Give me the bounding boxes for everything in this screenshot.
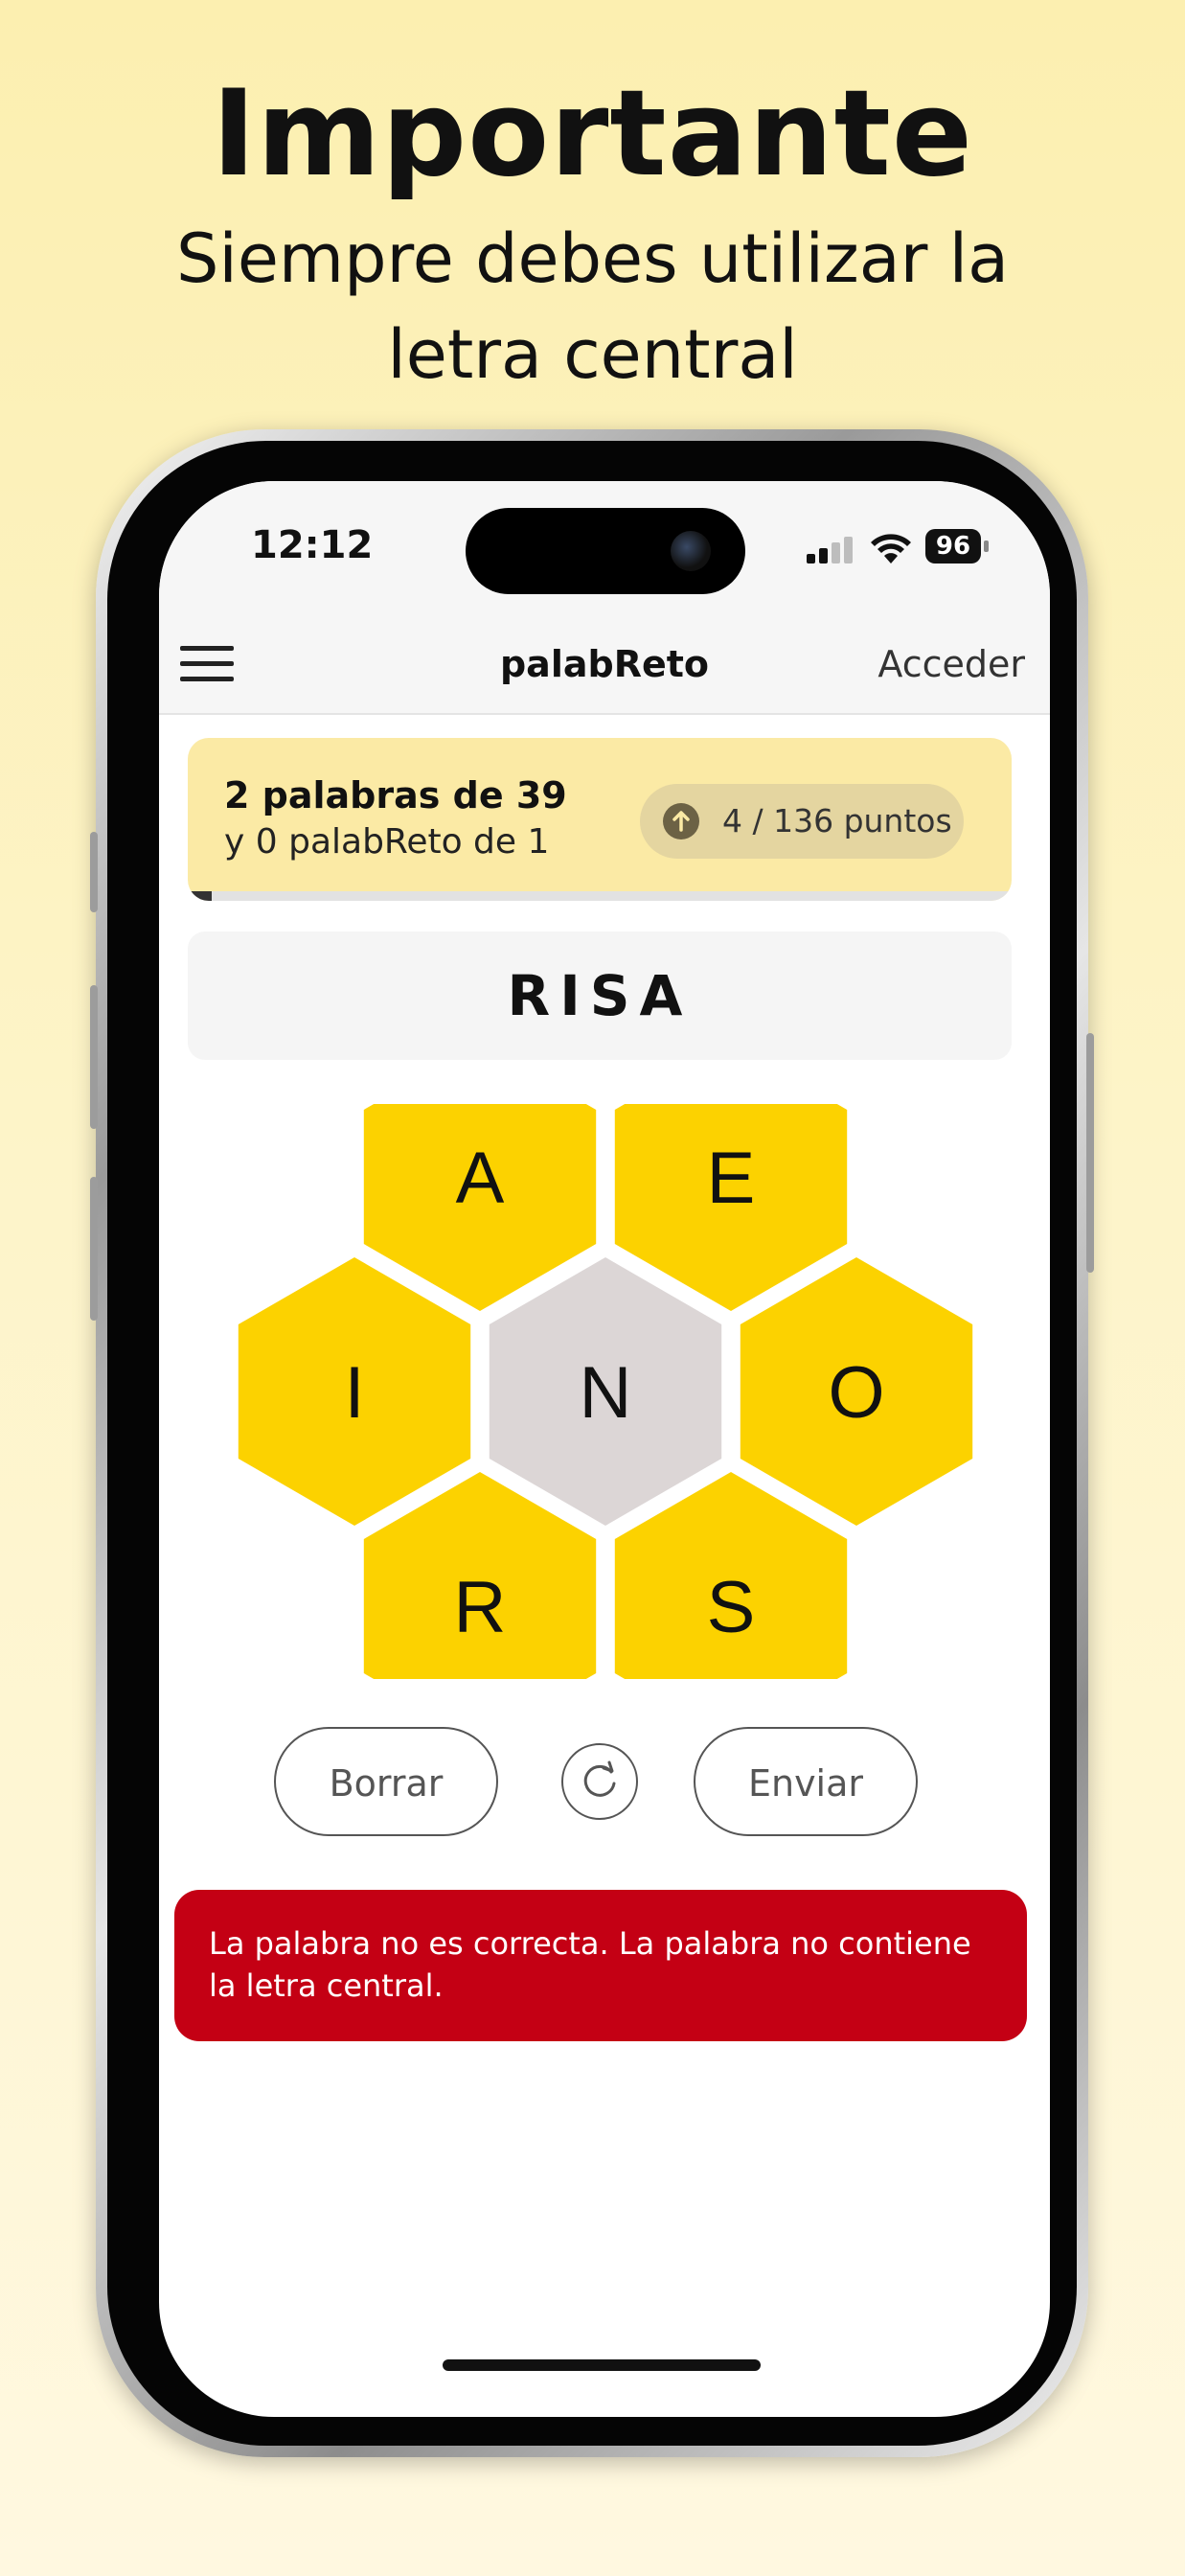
phone-volume-down-button	[90, 1177, 98, 1321]
hex-letter-i-letter: I	[344, 1352, 364, 1434]
score-card[interactable]: 2 palabras de 39 y 0 palabReto de 1 4 / …	[188, 738, 1012, 901]
error-toast: La palabra no es correcta. La palabra no…	[174, 1890, 1027, 2041]
error-toast-message: La palabra no es correcta. La palabra no…	[209, 1925, 971, 2004]
phone-bezel: 12:12 96 palabReto Acceder 2 palabras de…	[107, 441, 1077, 2446]
battery-tip	[984, 540, 989, 552]
current-word-display: RISA	[188, 932, 1012, 1060]
progress-bar	[188, 891, 1012, 901]
login-link[interactable]: Acceder	[877, 615, 1025, 713]
phone-power-button	[1086, 1033, 1094, 1273]
shuffle-refresh-icon	[583, 1760, 616, 1797]
hex-letter-e[interactable]: E	[614, 1104, 848, 1311]
shuffle-button[interactable]	[561, 1743, 638, 1820]
status-time: 12:12	[251, 523, 374, 567]
points-text: 4 / 136 puntos	[722, 802, 952, 840]
palabreto-found-text: y 0 palabReto de 1	[224, 822, 550, 862]
hex-letter-a[interactable]: A	[363, 1104, 597, 1311]
controls-row: Borrar Enviar	[159, 1727, 1050, 1842]
dynamic-island	[466, 508, 745, 594]
phone-side-button	[90, 832, 98, 912]
hex-letter-s-letter: S	[707, 1567, 756, 1648]
hex-center-letter-letter: N	[580, 1352, 632, 1434]
words-found-text: 2 palabras de 39	[224, 774, 567, 816]
camera-icon	[671, 531, 711, 571]
nav-bar: palabReto Acceder	[159, 615, 1050, 715]
hex-letter-r-letter: R	[454, 1567, 507, 1648]
phone-frame: 12:12 96 palabReto Acceder 2 palabras de…	[90, 429, 1094, 2457]
letter-hive: A E I O R S N	[238, 1104, 973, 1679]
hex-letter-a-letter: A	[456, 1138, 505, 1219]
hex-letter-e-letter: E	[707, 1138, 756, 1219]
promo-subtitle: Siempre debes utilizar la letra central	[175, 219, 1010, 394]
battery-icon: 96	[925, 529, 981, 564]
hamburger-menu-icon[interactable]	[180, 642, 234, 684]
hex-center-letter[interactable]: N	[489, 1257, 722, 1526]
submit-button[interactable]: Enviar	[694, 1727, 918, 1836]
home-indicator[interactable]	[443, 2359, 761, 2371]
promo-title: Importante	[211, 65, 974, 203]
progress-bar-fill	[188, 891, 212, 901]
hex-letter-o-letter: O	[828, 1352, 884, 1434]
arrow-up-circle-icon	[663, 803, 699, 840]
hex-letter-s[interactable]: S	[614, 1472, 848, 1679]
points-pill[interactable]: 4 / 136 puntos	[640, 784, 964, 859]
status-bar: 12:12 96	[159, 481, 1050, 615]
hex-letter-o[interactable]: O	[740, 1257, 973, 1526]
wifi-icon	[871, 534, 911, 564]
signal-icon	[807, 537, 855, 564]
hex-letter-i[interactable]: I	[238, 1257, 471, 1526]
app-screen: 12:12 96 palabReto Acceder 2 palabras de…	[159, 481, 1050, 2417]
hex-letter-r[interactable]: R	[363, 1472, 597, 1679]
phone-volume-up-button	[90, 985, 98, 1129]
delete-button[interactable]: Borrar	[274, 1727, 498, 1836]
